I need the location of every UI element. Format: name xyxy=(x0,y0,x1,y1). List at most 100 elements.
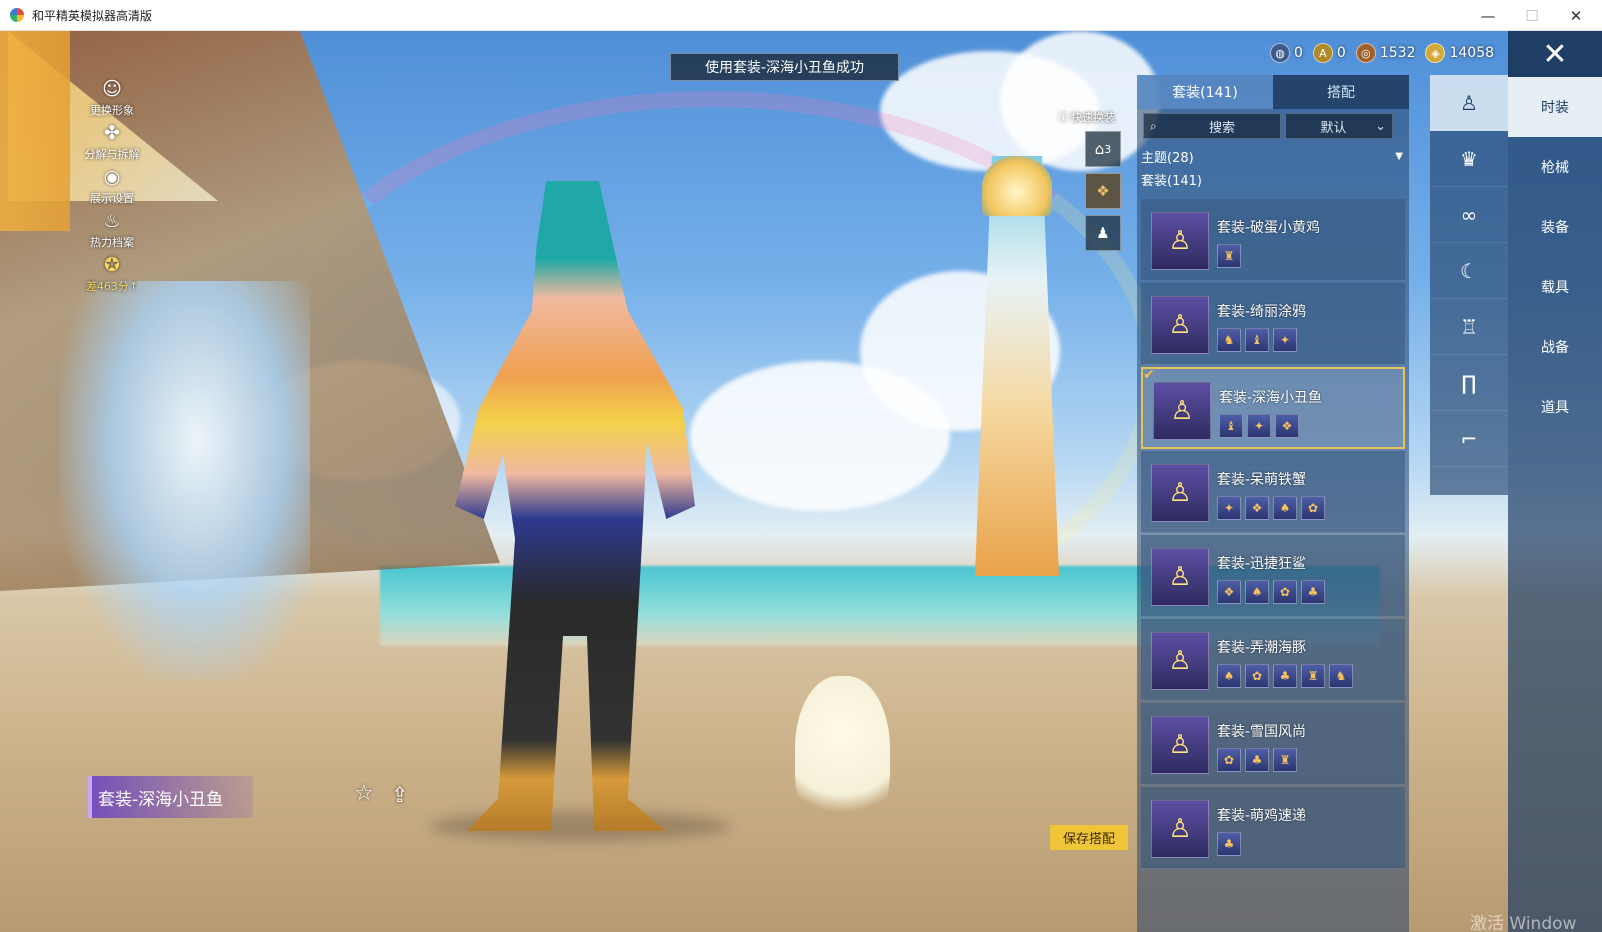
outfit-part-thumbnail[interactable]: ♝ xyxy=(1245,328,1269,352)
outfit-part-thumbnail[interactable]: ✦ xyxy=(1247,414,1271,438)
outfit-part-thumbnail[interactable]: ✿ xyxy=(1217,748,1241,772)
outfit-name: 套装-破蛋小黄鸡 xyxy=(1217,220,1321,236)
outfit-part-thumbnail[interactable]: ♠ xyxy=(1245,580,1269,604)
main-tab[interactable]: 道具 xyxy=(1508,377,1602,437)
app-logo-icon xyxy=(10,8,24,22)
outfit-part-thumbnail[interactable]: ✦ xyxy=(1217,496,1241,520)
theme-filter-row[interactable]: 主题(28) ▼ xyxy=(1137,145,1409,168)
minimize-button[interactable]: — xyxy=(1466,0,1510,31)
close-button[interactable]: ✕ xyxy=(1508,31,1602,77)
outfit-list-item[interactable]: ♙ 套装-迅捷狂鲨 ❖ ♠ ✿ ♣ xyxy=(1141,535,1405,617)
share-button[interactable]: ⇪ xyxy=(391,783,409,807)
tab-outfits[interactable]: 套装(141) xyxy=(1137,75,1273,109)
pet-companion[interactable] xyxy=(795,676,890,836)
category-glasses-button[interactable]: ∞ xyxy=(1430,187,1508,243)
outfit-name: 套装-呆萌铁蟹 xyxy=(1217,472,1307,488)
change-avatar-button[interactable]: ☺ 更换形象 xyxy=(72,76,152,118)
display-settings-button[interactable]: ◉ 展示设置 xyxy=(72,164,152,206)
pose-slot-button[interactable]: ♟ xyxy=(1085,215,1121,251)
left-side-menu: ☺ 更换形象 ✤ 分解与拆解 ◉ 展示设置 ♨ 热力档案 ✪ 差463分↑ xyxy=(72,76,152,296)
rank-progress-button[interactable]: ✪ 差463分↑ xyxy=(72,252,152,294)
heat-archive-button[interactable]: ♨ 热力档案 xyxy=(72,208,152,250)
outfit-part-thumbnail[interactable]: ♞ xyxy=(1329,664,1353,688)
save-combo-button[interactable]: 保存搭配 xyxy=(1050,825,1128,850)
outfit-part-thumbnail[interactable]: ♝ xyxy=(1219,414,1243,438)
window-titlebar: 和平精英模拟器高清版 — ☐ ✕ xyxy=(0,0,1602,31)
menu-label: 展示设置 xyxy=(90,192,134,205)
outfit-count-row[interactable]: 套装(141) xyxy=(1137,168,1409,191)
emblem-slot-button[interactable]: ❖ xyxy=(1085,173,1121,209)
search-input[interactable]: ⌕ 搜索 xyxy=(1143,113,1281,139)
outfit-name: 套装-深海小丑鱼 xyxy=(1219,390,1323,406)
main-tab[interactable]: 载具 xyxy=(1508,257,1602,317)
sort-dropdown[interactable]: 默认 ⌄ xyxy=(1285,113,1393,139)
share-icon: ⇪ xyxy=(391,783,409,807)
tab-combos[interactable]: 搭配 xyxy=(1273,75,1409,109)
outfit-list-item[interactable]: ♙ 套装-呆萌铁蟹 ✦ ❖ ♠ ✿ xyxy=(1141,451,1405,533)
rank-badge-icon: ✪ xyxy=(104,254,120,276)
outfit-part-thumbnail[interactable]: ♜ xyxy=(1217,244,1241,268)
category-outfit-button[interactable]: ♙ xyxy=(1430,75,1508,131)
category-hat-button[interactable]: ♛ xyxy=(1430,131,1508,187)
close-icon: ✕ xyxy=(1542,36,1568,72)
outfit-name: 套装-萌鸡速递 xyxy=(1217,808,1307,824)
category-icon-column: ♙ ♛ ∞ ☾ ♖ ∏ ⌐ xyxy=(1430,75,1508,495)
rank-progress-label: 差463分↑ xyxy=(85,280,139,293)
outfit-thumbnail: ♙ xyxy=(1151,296,1209,354)
outfit-part-thumbnail[interactable]: ✿ xyxy=(1273,580,1297,604)
outfit-part-thumbnail[interactable]: ♜ xyxy=(1273,748,1297,772)
gold-a-coin-icon: A xyxy=(1312,43,1333,63)
main-tab[interactable]: 战备 xyxy=(1508,317,1602,377)
category-jacket-button[interactable]: ♖ xyxy=(1430,299,1508,355)
outfit-count-label: 套装(141) xyxy=(1141,174,1202,189)
maximize-button[interactable]: ☐ xyxy=(1510,0,1554,31)
outfit-part-thumbnail[interactable]: ♣ xyxy=(1273,664,1297,688)
outfit-list-item[interactable]: ♙ 套装-萌鸡速递 ♣ xyxy=(1141,787,1405,869)
outfit-part-thumbnail[interactable]: ♠ xyxy=(1217,664,1241,688)
outfit-part-thumbnail[interactable]: ❖ xyxy=(1275,414,1299,438)
outfit-list-item[interactable]: ♙ 套装-绮丽涂鸦 ♞ ♝ ✦ xyxy=(1141,283,1405,365)
outfit-name: 套装-弄潮海豚 xyxy=(1217,640,1307,656)
window-close-button[interactable]: ✕ xyxy=(1554,0,1598,31)
outfit-parts: ♞ ♝ ✦ xyxy=(1217,328,1301,352)
chevron-down-icon: ⌄ xyxy=(1375,118,1386,134)
quick-change-text: 快速换装 xyxy=(1071,111,1115,124)
outfit-part-thumbnail[interactable]: ♣ xyxy=(1245,748,1269,772)
jacket-icon: ♖ xyxy=(1460,314,1478,339)
outfit-part-thumbnail[interactable]: ♜ xyxy=(1301,664,1325,688)
outfit-list-item[interactable]: ✔ ♙ 套装-深海小丑鱼 ♝ ✦ ❖ xyxy=(1141,367,1405,449)
outfit-thumbnail: ♙ xyxy=(1151,716,1209,774)
favorite-button[interactable]: ☆ xyxy=(354,781,374,806)
outfit-part-thumbnail[interactable]: ♞ xyxy=(1217,328,1241,352)
main-tab[interactable]: 装备 xyxy=(1508,197,1602,257)
quick-change-label[interactable]: ⓘ 快速换装 xyxy=(1058,109,1128,125)
hat-icon: ♛ xyxy=(1460,146,1478,171)
outfit-part-thumbnail[interactable]: ❖ xyxy=(1245,496,1269,520)
category-shoes-button[interactable]: ⌐ xyxy=(1430,411,1508,467)
category-pants-button[interactable]: ∏ xyxy=(1430,355,1508,411)
eye-icon: ◉ xyxy=(103,166,121,188)
outfit-list-item[interactable]: ♙ 套装-雪国风尚 ✿ ♣ ♜ xyxy=(1141,703,1405,785)
outfit-part-thumbnail[interactable]: ♠ xyxy=(1273,496,1297,520)
currency-bronze[interactable]: ◎ 1532 xyxy=(1355,43,1415,63)
pants-icon: ∏ xyxy=(1461,370,1477,395)
outfit-part-thumbnail[interactable]: ♣ xyxy=(1301,580,1325,604)
main-tab[interactable]: 时装 xyxy=(1508,77,1602,137)
category-mask-button[interactable]: ☾ xyxy=(1430,243,1508,299)
outfit-part-thumbnail[interactable]: ✦ xyxy=(1273,328,1297,352)
outfit-list-item[interactable]: ♙ 套装-破蛋小黄鸡 ♜ xyxy=(1141,199,1405,281)
outfit-part-thumbnail[interactable]: ✿ xyxy=(1301,496,1325,520)
outfit-list-item[interactable]: ♙ 套装-弄潮海豚 ♠ ✿ ♣ ♜ ♞ xyxy=(1141,619,1405,701)
decompose-button[interactable]: ✤ 分解与拆解 xyxy=(72,120,152,162)
wardrobe-slot-button[interactable]: ⌂ 3 xyxy=(1085,131,1121,167)
outfit-part-thumbnail[interactable]: ♣ xyxy=(1217,832,1241,856)
outfit-parts: ♜ xyxy=(1217,244,1245,268)
currency-gold[interactable]: ◈ 14058 xyxy=(1425,43,1494,63)
currency-gold-a[interactable]: A 0 xyxy=(1312,43,1346,63)
currency-globe[interactable]: ◍ 0 xyxy=(1270,43,1303,63)
main-tab[interactable]: 枪械 xyxy=(1508,137,1602,197)
globe-coin-icon: ◍ xyxy=(1270,43,1290,63)
menu-label: 更换形象 xyxy=(90,104,134,117)
outfit-part-thumbnail[interactable]: ❖ xyxy=(1217,580,1241,604)
outfit-part-thumbnail[interactable]: ✿ xyxy=(1245,664,1269,688)
